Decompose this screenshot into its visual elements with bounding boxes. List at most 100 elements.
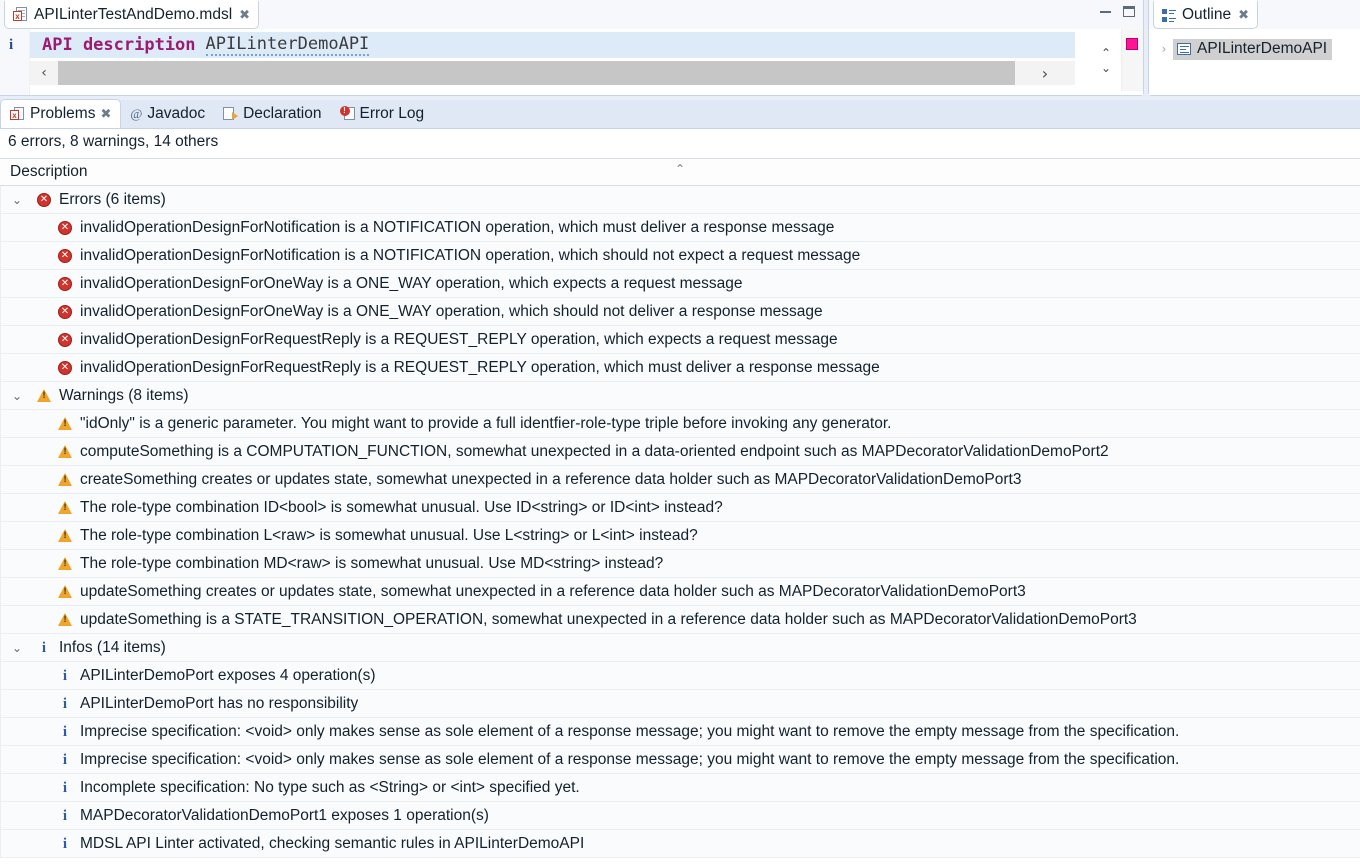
group-severity-icon-cell: ✕ <box>33 192 55 207</box>
close-icon[interactable]: ✖ <box>1238 9 1249 22</box>
item-severity-icon-cell: ✕ <box>54 220 76 235</box>
outline-root-row[interactable]: › APILinterDemoAPI <box>1155 38 1358 60</box>
problems-item-row[interactable]: ✕ invalidOperationDesignForRequestReply i… <box>0 354 1360 382</box>
outline-tree: › APILinterDemoAPI <box>1149 29 1360 95</box>
problems-item-row[interactable]: ✕ invalidOperationDesignForOneWay is a ON… <box>0 270 1360 298</box>
problems-item-row[interactable]: ! createSomething creates or updates stat… <box>0 466 1360 494</box>
item-severity-icon-cell: ! <box>54 585 76 598</box>
scroll-down-icon[interactable]: ⌄ <box>1101 61 1111 75</box>
tab-problems-label: Problems <box>30 105 96 122</box>
tab-outline-label: Outline <box>1182 6 1232 23</box>
warning-icon: ! <box>58 557 72 570</box>
chevron-down-icon[interactable]: ⌄ <box>1 193 33 207</box>
warning-icon: ! <box>37 389 51 402</box>
problems-item-row[interactable]: ! The role-type combination L<raw> is som… <box>0 522 1360 550</box>
problems-column-header[interactable]: Description ⌃ <box>0 158 1360 186</box>
outline-selected-item[interactable]: APILinterDemoAPI <box>1173 38 1333 60</box>
problems-item-description: updateSomething creates or updates state… <box>80 582 1026 600</box>
editor-vertical-scrollbar[interactable]: ⌃ ⌄ <box>1091 29 1121 91</box>
item-severity-icon-cell: ! <box>54 529 76 542</box>
sort-ascending-icon[interactable]: ⌃ <box>675 162 685 176</box>
marker-square-icon[interactable] <box>1126 38 1138 50</box>
problems-item-row[interactable]: i APILinterDemoPort exposes 4 operation(s… <box>0 662 1360 690</box>
problems-group-row[interactable]: ⌄ i Infos (14 items) <box>0 634 1360 662</box>
problems-view: x Problems ✖ @ Javadoc Declaration ! Err… <box>0 99 1360 865</box>
problems-item-description: invalidOperationDesignForRequestReply is… <box>80 358 880 376</box>
code-line[interactable]: API description APILinterDemoAPI <box>30 32 1075 58</box>
warning-icon: ! <box>58 473 72 486</box>
problems-item-row[interactable]: ✕ invalidOperationDesignForNotification i… <box>0 214 1360 242</box>
problems-item-description: invalidOperationDesignForOneWay is a ONE… <box>80 302 823 320</box>
close-icon[interactable]: ✖ <box>239 9 250 22</box>
tab-problems[interactable]: x Problems ✖ <box>0 99 122 128</box>
editor-tab-apilintertestanddemo[interactable]: x APILinterTestAndDemo.mdsl ✖ <box>4 0 260 29</box>
item-severity-icon-cell: ! <box>54 613 76 626</box>
close-icon[interactable]: ✖ <box>100 108 111 121</box>
tab-javadoc[interactable]: @ Javadoc <box>121 99 214 128</box>
horizontal-scroll-thumb[interactable] <box>58 61 1015 85</box>
error-icon: ✕ <box>58 304 72 319</box>
error-icon: ✕ <box>37 192 51 207</box>
problems-item-description: invalidOperationDesignForOneWay is a ONE… <box>80 274 743 292</box>
editor-body: i API description APILinterDemoAPI ‹ › ⌃ … <box>0 29 1143 95</box>
error-icon: ✕ <box>58 220 72 235</box>
problems-item-row[interactable]: ! computeSomething is a COMPUTATION_FUNCT… <box>0 438 1360 466</box>
scroll-right-icon[interactable]: › <box>1015 61 1075 85</box>
tab-outline[interactable]: Outline ✖ <box>1153 0 1259 29</box>
error-icon: ✕ <box>58 360 72 375</box>
problems-item-row[interactable]: ✕ invalidOperationDesignForNotification i… <box>0 242 1360 270</box>
info-marker-icon[interactable]: i <box>9 37 13 54</box>
item-severity-icon-cell: i <box>54 752 76 767</box>
problems-group-row[interactable]: ⌄! Warnings (8 items) <box>0 382 1360 410</box>
problems-tab-bar: x Problems ✖ @ Javadoc Declaration ! Err… <box>0 99 1360 129</box>
editor-marker-overview-ruler[interactable] <box>1121 29 1143 91</box>
column-header-description[interactable]: Description <box>10 163 88 181</box>
problems-item-description: Imprecise specification: <void> only mak… <box>80 750 1180 768</box>
problems-item-row[interactable]: i MAPDecoratorValidationDemoPort1 exposes… <box>0 802 1360 830</box>
error-icon: ✕ <box>58 332 72 347</box>
info-icon: i <box>62 667 68 684</box>
problems-item-row[interactable]: ! updateSomething is a STATE_TRANSITION_O… <box>0 606 1360 634</box>
outline-icon <box>1162 8 1176 22</box>
problems-item-row[interactable]: ! "idOnly" is a generic parameter. You mi… <box>0 410 1360 438</box>
problems-tree[interactable]: ⌄ ✕ Errors (6 items) ✕ invalidOperationDesig… <box>0 186 1360 865</box>
mdsl-file-icon: x <box>13 7 28 23</box>
chevron-down-icon[interactable]: ⌄ <box>1 641 33 655</box>
problems-item-row[interactable]: i MDSL API Linter activated, checking sem… <box>0 830 1360 858</box>
tab-error-log[interactable]: ! Error Log <box>331 99 434 128</box>
tab-javadoc-label: Javadoc <box>147 104 206 122</box>
scroll-up-icon[interactable]: ⌃ <box>1101 46 1111 60</box>
chevron-right-icon[interactable]: › <box>1155 42 1173 56</box>
code-identifier: APILinterDemoAPI <box>205 34 370 56</box>
problems-item-row[interactable]: i Imprecise specification: <void> only ma… <box>0 746 1360 774</box>
problems-icon: x <box>10 106 25 122</box>
editor-horizontal-scrollbar[interactable]: ‹ › <box>30 60 1075 86</box>
problems-item-row[interactable]: ! updateSomething creates or updates stat… <box>0 578 1360 606</box>
problems-item-description: The role-type combination L<raw> is some… <box>80 526 698 544</box>
minimize-icon[interactable] <box>1100 10 1111 13</box>
problems-item-row[interactable]: i APILinterDemoPort has no responsibility <box>0 690 1360 718</box>
problems-item-row[interactable]: i Imprecise specification: <void> only ma… <box>0 718 1360 746</box>
problems-item-row[interactable]: ! The role-type combination ID<bool> is s… <box>0 494 1360 522</box>
declaration-icon <box>223 106 239 121</box>
problems-item-row[interactable]: i Incomplete specification: No type such … <box>0 774 1360 802</box>
problems-summary: 6 errors, 8 warnings, 14 others <box>8 133 219 150</box>
error-icon: ✕ <box>58 248 72 263</box>
problems-item-row[interactable]: ✕ invalidOperationDesignForOneWay is a ON… <box>0 298 1360 326</box>
window-controls <box>1100 6 1135 17</box>
tab-declaration[interactable]: Declaration <box>214 99 330 128</box>
scroll-left-icon[interactable]: ‹ <box>30 61 58 85</box>
problems-item-description: Incomplete specification: No type such a… <box>80 778 580 796</box>
maximize-icon[interactable] <box>1123 6 1135 17</box>
problems-item-row[interactable]: ! The role-type combination MD<raw> is so… <box>0 550 1360 578</box>
problems-item-description: The role-type combination MD<raw> is som… <box>80 554 664 572</box>
problems-item-description: createSomething creates or updates state… <box>80 470 1022 488</box>
item-severity-icon-cell: i <box>54 780 76 795</box>
outline-part: Outline ✖ › APILinterDemoAPI <box>1148 0 1360 96</box>
chevron-down-icon[interactable]: ⌄ <box>1 389 33 403</box>
item-severity-icon-cell: ✕ <box>54 360 76 375</box>
problems-item-description: Imprecise specification: <void> only mak… <box>80 722 1180 740</box>
problems-group-row[interactable]: ⌄ ✕ Errors (6 items) <box>0 186 1360 214</box>
top-region: x APILinterTestAndDemo.mdsl ✖ i API desc… <box>0 0 1360 100</box>
problems-item-row[interactable]: ✕ invalidOperationDesignForRequestReply i… <box>0 326 1360 354</box>
